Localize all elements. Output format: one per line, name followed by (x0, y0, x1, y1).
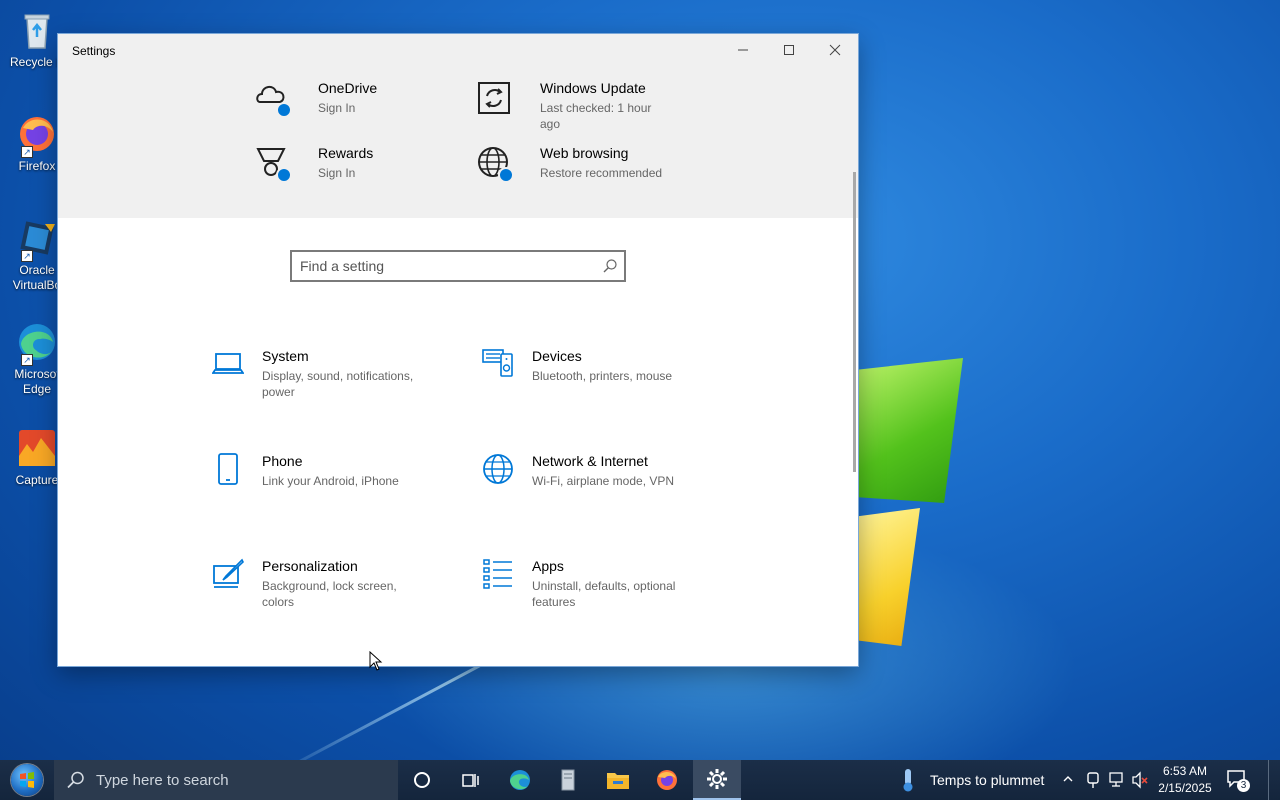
tile-title: Windows Update (540, 80, 646, 96)
volume-muted-icon[interactable] (1131, 771, 1149, 789)
wallpaper-logo-green (858, 358, 963, 503)
system-clock[interactable]: 6:53 AM 2/15/2025 (1150, 763, 1220, 797)
edge-icon (510, 770, 530, 790)
taskbar-firefox[interactable] (643, 760, 691, 800)
apps-list-icon (482, 558, 514, 590)
cortana-icon (414, 772, 430, 788)
usb-device-icon[interactable] (1085, 771, 1101, 789)
category-phone[interactable]: Phone Link your Android, iPhone (212, 453, 462, 513)
chevron-up-icon[interactable] (1063, 774, 1073, 784)
clock-date: 2/15/2025 (1158, 781, 1212, 795)
category-title: Apps (532, 558, 564, 574)
category-subtitle: Wi-Fi, airplane mode, VPN (532, 474, 675, 488)
category-title: System (262, 348, 309, 364)
status-badge (276, 167, 292, 183)
category-title: Personalization (262, 558, 358, 574)
close-button[interactable] (812, 34, 858, 66)
maximize-button[interactable] (766, 34, 812, 66)
category-title: Devices (532, 348, 582, 364)
close-icon (829, 44, 841, 56)
server-icon (561, 769, 575, 791)
category-subtitle: Uninstall, defaults, optional features (532, 579, 676, 609)
notification-count-badge: 3 (1237, 779, 1250, 792)
edge-icon: ↗ (15, 320, 59, 366)
taskbar-edge[interactable] (496, 760, 544, 800)
category-subtitle: Background, lock screen, colors (262, 579, 397, 609)
category-network[interactable]: Network & Internet Wi-Fi, airplane mode,… (482, 453, 732, 513)
tile-title: OneDrive (318, 80, 378, 96)
mouse-cursor-icon (369, 651, 383, 671)
taskbar-virtualbox[interactable] (544, 760, 592, 800)
thermometer-icon (903, 769, 913, 792)
scrollbar-thumb[interactable] (853, 172, 856, 472)
phone-icon (212, 453, 244, 485)
category-system[interactable]: System Display, sound, notifications, po… (211, 348, 462, 408)
shortcut-arrow-icon: ↗ (21, 354, 33, 366)
taskbar-settings[interactable] (693, 760, 741, 800)
taskbar-search-label: Type here to search (96, 771, 229, 789)
taskbar-file-explorer[interactable] (594, 760, 642, 800)
shortcut-arrow-icon: ↗ (21, 146, 33, 158)
category-title: Network & Internet (532, 453, 648, 469)
task-view-button[interactable] (446, 760, 494, 800)
category-title: Phone (262, 453, 303, 469)
category-apps[interactable]: Apps Uninstall, defaults, optional featu… (482, 558, 732, 618)
gear-icon (707, 769, 727, 789)
minimize-icon (738, 49, 748, 51)
category-devices[interactable]: Devices Bluetooth, printers, mouse (482, 348, 732, 408)
firefox-icon: ↗ (15, 112, 59, 158)
cloud-icon (254, 80, 292, 118)
network-icon[interactable] (1108, 771, 1126, 789)
start-button[interactable] (0, 760, 54, 800)
search-icon (67, 771, 84, 789)
paint-icon (212, 558, 244, 590)
taskbar-search-box[interactable]: Type here to search (54, 760, 398, 800)
devices-icon (482, 348, 514, 380)
globe-icon (476, 145, 514, 183)
globe-icon (482, 453, 514, 485)
search-icon (603, 259, 617, 273)
firefox-icon (657, 770, 677, 790)
status-badge (498, 167, 514, 183)
tile-subtitle: Sign In (318, 101, 356, 115)
search-input[interactable] (300, 256, 590, 276)
status-badge (276, 102, 292, 118)
laptop-icon (211, 348, 245, 380)
virtualbox-icon: ↗ (15, 216, 59, 262)
settings-search-box[interactable] (290, 250, 626, 282)
category-subtitle: Display, sound, notifications, power (262, 369, 414, 399)
cortana-button[interactable] (398, 760, 446, 800)
account-header: OneDrive Sign In Windows Update Last che… (58, 66, 858, 218)
shortcut-arrow-icon: ↗ (21, 250, 33, 262)
recycle-bin-icon (15, 8, 59, 52)
settings-window: Settings OneDrive Sign In Windows Update… (58, 34, 858, 666)
show-desktop-button[interactable] (1268, 760, 1280, 800)
tile-title: Rewards (318, 145, 374, 161)
weather-text[interactable]: Temps to plummet (930, 772, 1044, 788)
clock-time: 6:53 AM (1162, 764, 1208, 778)
category-personalization[interactable]: Personalization Background, lock screen,… (212, 558, 462, 618)
windows-start-icon (11, 764, 43, 796)
tile-subtitle: Restore recommended (540, 166, 663, 180)
update-icon (476, 80, 512, 116)
trophy-icon (254, 145, 292, 183)
taskbar: Type here to search Temps to plummet 6:5… (0, 760, 1280, 800)
maximize-icon (784, 45, 794, 55)
window-title: Settings (72, 44, 116, 58)
capture-icon (15, 426, 59, 470)
category-subtitle: Link your Android, iPhone (262, 474, 399, 488)
category-subtitle: Bluetooth, printers, mouse (532, 369, 673, 383)
minimize-button[interactable] (720, 34, 766, 66)
task-view-icon (462, 774, 479, 787)
tile-title: Web browsing (540, 145, 629, 161)
tile-subtitle: Sign In (318, 166, 356, 180)
title-bar[interactable]: Settings (58, 34, 858, 66)
folder-icon (607, 773, 629, 789)
tile-subtitle: Last checked: 1 hour ago (540, 101, 652, 131)
action-center-button[interactable]: 3 (1226, 769, 1250, 792)
